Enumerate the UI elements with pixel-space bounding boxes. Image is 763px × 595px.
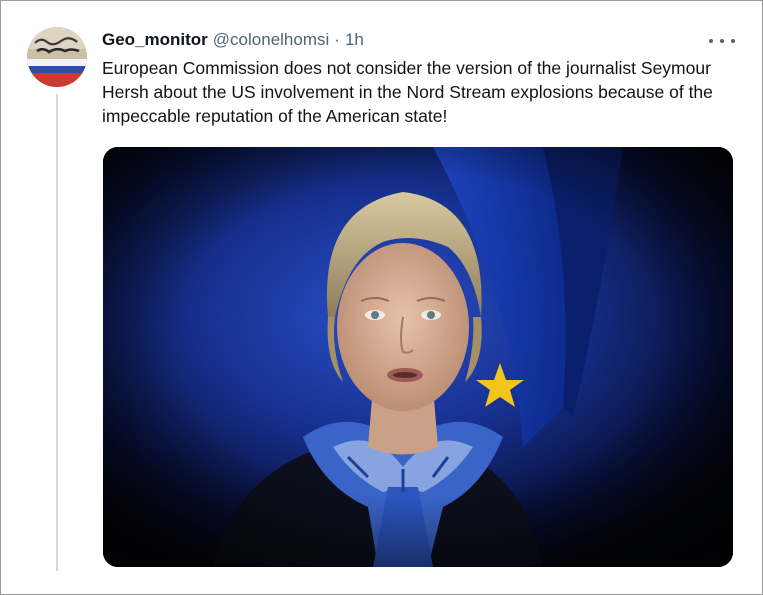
user-handle[interactable]: @colonelhomsi [213,30,329,50]
tweet-text: European Commission does not consider th… [102,58,713,126]
more-horizontal-icon [709,39,713,43]
display-name[interactable]: Geo_monitor [102,30,208,50]
separator-dot: · [334,30,340,49]
more-dot [720,39,724,43]
tweet-header: Geo_monitor @colonelhomsi · 1h [102,29,364,51]
more-options-button[interactable] [709,31,735,51]
more-dot [731,39,735,43]
photo-illustration [103,147,733,567]
avatar[interactable] [27,27,87,87]
timestamp[interactable]: 1h [345,30,364,50]
thread-line [56,94,58,571]
tweet-photo[interactable] [103,147,733,567]
avatar-image [27,27,87,87]
tweet-card: Geo_monitor @colonelhomsi · 1h European … [0,0,763,595]
